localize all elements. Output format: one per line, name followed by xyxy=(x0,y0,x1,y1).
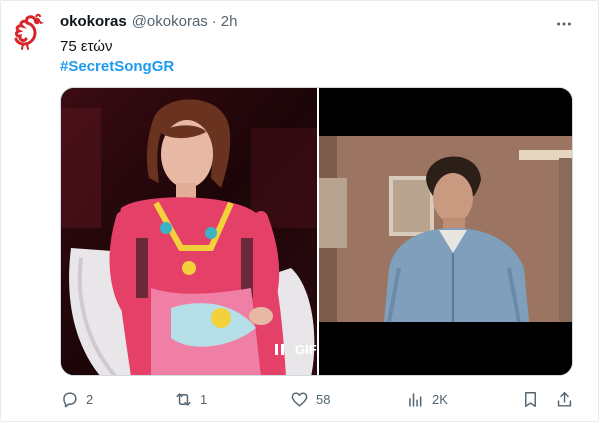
like-button[interactable]: 58 xyxy=(290,388,330,410)
retweet-button[interactable]: 1 xyxy=(174,388,207,410)
action-bar: 2 1 58 2K xyxy=(1,388,599,412)
photo-woman[interactable] xyxy=(61,88,317,375)
gif-man[interactable] xyxy=(319,88,572,375)
views-button[interactable]: 2K xyxy=(406,388,448,410)
reply-count: 2 xyxy=(86,391,94,407)
more-button[interactable] xyxy=(554,14,574,34)
media-container[interactable] xyxy=(60,87,573,376)
more-icon xyxy=(557,22,571,26)
views-icon xyxy=(409,392,422,407)
gif-image xyxy=(319,88,572,375)
views-count: 2K xyxy=(432,391,448,407)
reply-button[interactable]: 2 xyxy=(60,388,93,410)
retweet-count: 1 xyxy=(200,391,208,407)
display-name[interactable]: okokoras xyxy=(60,13,127,30)
heart-icon xyxy=(291,391,308,407)
gif-label: GIF xyxy=(295,342,317,357)
bookmark-button[interactable] xyxy=(521,388,540,410)
timestamp[interactable]: 2h xyxy=(221,13,238,30)
tweet-card[interactable]: okokoras @okokoras · 2h 75 ετών #SecretS… xyxy=(0,0,599,422)
reply-icon xyxy=(63,391,77,407)
tweet-text: 75 ετών xyxy=(60,38,113,55)
bookmark-icon xyxy=(525,391,536,407)
user-handle[interactable]: @okokoras xyxy=(132,13,208,30)
hashtag-link[interactable]: #SecretSongGR xyxy=(60,57,174,77)
photo-image xyxy=(61,88,317,375)
share-icon xyxy=(557,391,572,407)
share-button[interactable] xyxy=(555,388,574,410)
separator: · xyxy=(211,13,217,30)
retweet-icon xyxy=(176,392,191,406)
gif-controls[interactable]: GIF xyxy=(275,342,317,357)
avatar[interactable] xyxy=(7,11,49,53)
pause-icon[interactable] xyxy=(275,343,287,356)
tweet-header: okokoras @okokoras · 2h xyxy=(60,13,237,30)
rooster-logo-icon xyxy=(14,13,44,50)
like-count: 58 xyxy=(316,391,331,407)
